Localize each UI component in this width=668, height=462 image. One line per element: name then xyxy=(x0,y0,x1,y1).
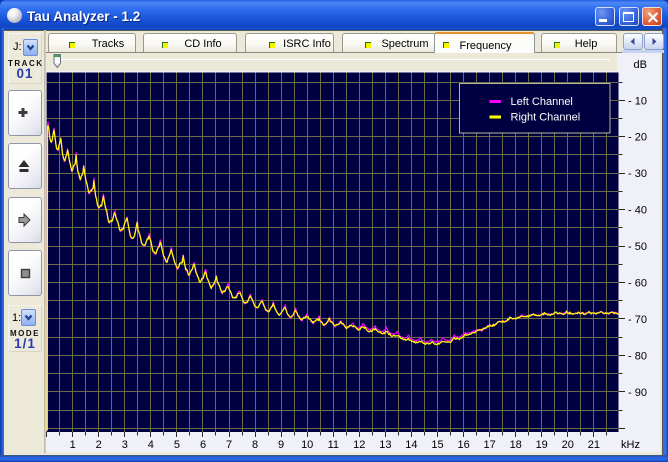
svg-text:dB: dB xyxy=(634,59,647,71)
svg-text:3: 3 xyxy=(122,439,128,451)
svg-text:21: 21 xyxy=(588,439,600,451)
svg-text:5: 5 xyxy=(174,439,180,451)
svg-text:- 10: - 10 xyxy=(628,95,647,107)
svg-text:13: 13 xyxy=(379,439,391,451)
svg-text:- 60: - 60 xyxy=(628,278,647,290)
svg-text:- 30: - 30 xyxy=(628,168,647,180)
svg-text:18: 18 xyxy=(510,439,522,451)
svg-text:- 90: - 90 xyxy=(628,387,647,399)
svg-text:- 50: - 50 xyxy=(628,241,647,253)
svg-text:16: 16 xyxy=(457,439,469,451)
svg-text:20: 20 xyxy=(562,439,574,451)
svg-text:- 20: - 20 xyxy=(628,132,647,144)
svg-text:9: 9 xyxy=(278,439,284,451)
svg-text:11: 11 xyxy=(328,439,339,451)
svg-text:Right Channel: Right Channel xyxy=(511,112,581,124)
svg-text:kHz: kHz xyxy=(621,439,640,451)
svg-text:Left Channel: Left Channel xyxy=(511,96,573,108)
svg-text:14: 14 xyxy=(405,439,417,451)
svg-text:- 40: - 40 xyxy=(628,205,647,217)
svg-text:4: 4 xyxy=(148,439,154,451)
svg-text:8: 8 xyxy=(252,439,258,451)
svg-text:- 80: - 80 xyxy=(628,350,647,362)
svg-text:- 70: - 70 xyxy=(628,314,647,326)
svg-text:2: 2 xyxy=(96,439,102,451)
svg-text:7: 7 xyxy=(226,439,232,451)
svg-text:17: 17 xyxy=(483,439,495,451)
svg-text:15: 15 xyxy=(431,439,443,451)
svg-text:12: 12 xyxy=(353,439,365,451)
svg-text:1: 1 xyxy=(70,439,76,451)
svg-text:10: 10 xyxy=(301,439,313,451)
svg-text:6: 6 xyxy=(200,439,206,451)
svg-text:19: 19 xyxy=(536,439,548,451)
